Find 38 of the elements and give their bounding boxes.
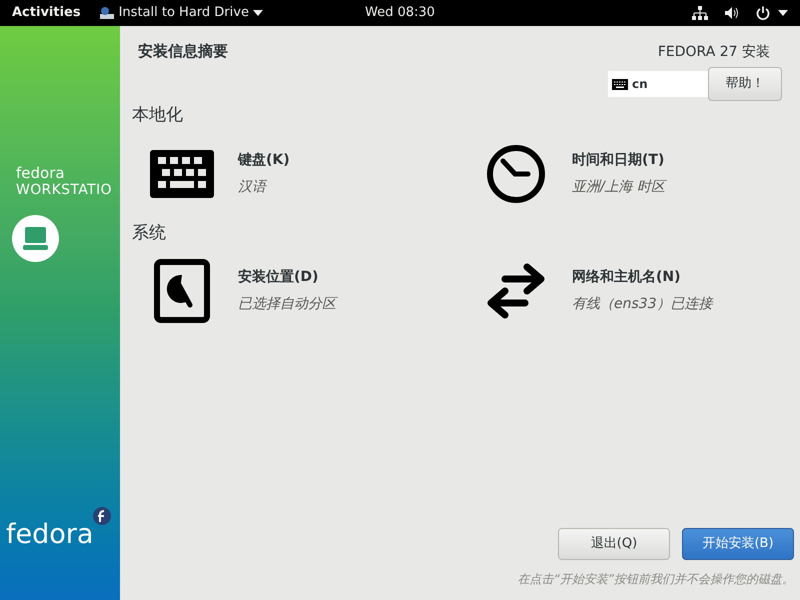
- edition-name: WORKSTATIO: [16, 183, 113, 197]
- spoke-title: 网络和主机名(N): [572, 268, 682, 287]
- section-heading: 本地化: [132, 104, 184, 127]
- begin-installation-button[interactable]: 开始安装(B): [682, 528, 794, 560]
- fedora-logo-icon: [93, 507, 112, 525]
- brand-name: fedora: [16, 166, 66, 181]
- spoke-status: 有线（ens33）已连接: [572, 295, 713, 314]
- arrows-icon: [485, 263, 547, 319]
- clock-icon: [486, 144, 546, 204]
- laptop-icon: [12, 215, 59, 262]
- product-title: FEDORA 27 安装: [658, 43, 770, 62]
- spoke-title: 安装位置(D): [238, 268, 320, 287]
- page-title: 安装信息摘要: [138, 41, 228, 62]
- quit-button[interactable]: 退出(Q): [558, 528, 670, 560]
- spoke[interactable]: 安装位置(D) 已选择自动分区: [132, 258, 466, 324]
- spoke-status: 汉语: [238, 178, 268, 196]
- spoke[interactable]: 时间和日期(T) 亚洲/上海 时区: [466, 140, 800, 206]
- activities-button[interactable]: Activities: [12, 3, 81, 23]
- spoke-status: 已选择自动分区: [238, 295, 336, 314]
- spoke[interactable]: 网络和主机名(N) 有线（ens33）已连接: [466, 258, 800, 324]
- fedora-logo-text: fedora: [6, 521, 94, 548]
- spoke-title: 键盘(K): [238, 150, 290, 170]
- spoke[interactable]: 键盘(K) 汉语: [132, 140, 466, 206]
- caret-icon: [778, 10, 788, 16]
- footer-note: 在点击“开始安装”按钮前我们并不会操作您的磁盘。: [518, 571, 794, 588]
- app-menu[interactable]: Install to Hard Drive: [118, 3, 249, 23]
- keyboard-icon: [150, 150, 214, 198]
- volume-icon[interactable]: [724, 6, 740, 20]
- installer-icon: [98, 6, 115, 20]
- keyboard-icon: [612, 78, 628, 90]
- help-button[interactable]: 帮助！: [708, 67, 782, 101]
- spoke-title: 时间和日期(T): [572, 150, 666, 170]
- caret-icon: [252, 10, 263, 16]
- section-heading: 系统: [132, 222, 167, 244]
- power-icon[interactable]: [756, 6, 770, 20]
- network-icon[interactable]: [692, 6, 708, 20]
- spoke-status: 亚洲/上海 时区: [572, 178, 666, 196]
- clock[interactable]: Wed 08:30: [365, 3, 435, 23]
